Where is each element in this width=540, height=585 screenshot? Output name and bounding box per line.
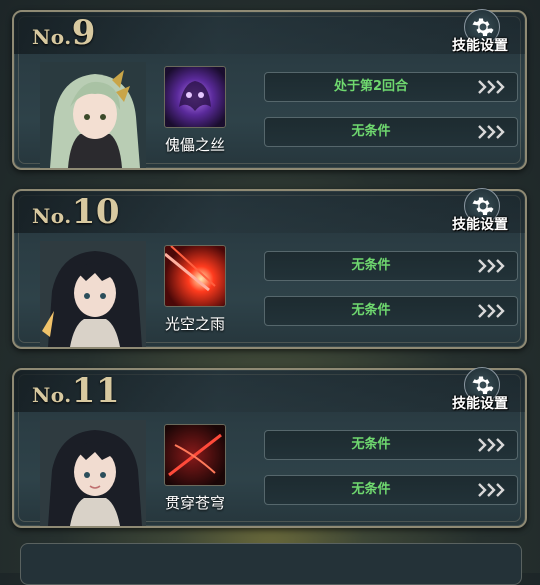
condition-text: 无条件: [351, 258, 391, 273]
skill-slot-card-11: No.11 技能设置 贯穿苍穹 无条件 无条件: [12, 367, 527, 528]
condition-text: 无条件: [351, 303, 391, 318]
condition-button[interactable]: 无条件: [264, 251, 518, 281]
skill-settings-button[interactable]: 技能设置: [447, 367, 513, 413]
triple-chevron-right-icon: [478, 483, 505, 497]
character-portrait[interactable]: [40, 241, 146, 347]
next-skill-slot-card-partial: [20, 543, 522, 585]
skill-name: 傀儡之丝: [164, 136, 225, 154]
triple-chevron-right-icon: [478, 259, 505, 273]
condition-text: 无条件: [351, 482, 391, 497]
slot-number-label: No.10: [32, 192, 121, 232]
character-portrait[interactable]: [40, 62, 146, 168]
skill-icon[interactable]: [164, 424, 226, 486]
condition-text: 无条件: [351, 437, 391, 452]
condition-button[interactable]: 无条件: [264, 475, 518, 505]
character-portrait[interactable]: [40, 420, 146, 526]
skill-name: 光空之雨: [164, 315, 225, 333]
slot-number-label: No.9: [32, 13, 96, 53]
skill-slot-card-10: No.10 技能设置 光空之雨 无条件 无条件: [12, 188, 527, 349]
triple-chevron-right-icon: [478, 304, 505, 318]
skill-settings-button[interactable]: 技能设置: [447, 188, 513, 234]
skill-icon[interactable]: [164, 66, 226, 128]
skill-settings-button[interactable]: 技能设置: [447, 9, 513, 55]
condition-button[interactable]: 无条件: [264, 430, 518, 460]
condition-button[interactable]: 无条件: [264, 117, 518, 147]
skill-name: 贯穿苍穹: [164, 494, 225, 512]
condition-text: 无条件: [351, 124, 391, 139]
condition-text: 处于第2回合: [333, 79, 409, 94]
triple-chevron-right-icon: [478, 80, 505, 94]
condition-button[interactable]: 处于第2回合: [264, 72, 518, 102]
triple-chevron-right-icon: [478, 125, 505, 139]
skill-settings-label: 技能设置: [452, 38, 508, 54]
skill-icon[interactable]: [164, 245, 226, 307]
skill-settings-label: 技能设置: [452, 217, 508, 233]
slot-number-label: No.11: [32, 371, 121, 411]
condition-button[interactable]: 无条件: [264, 296, 518, 326]
skill-settings-label: 技能设置: [452, 396, 508, 412]
skill-slot-card-9: No.9 技能设置 傀儡之丝 处于第2回合 无条件: [12, 9, 527, 170]
triple-chevron-right-icon: [478, 438, 505, 452]
